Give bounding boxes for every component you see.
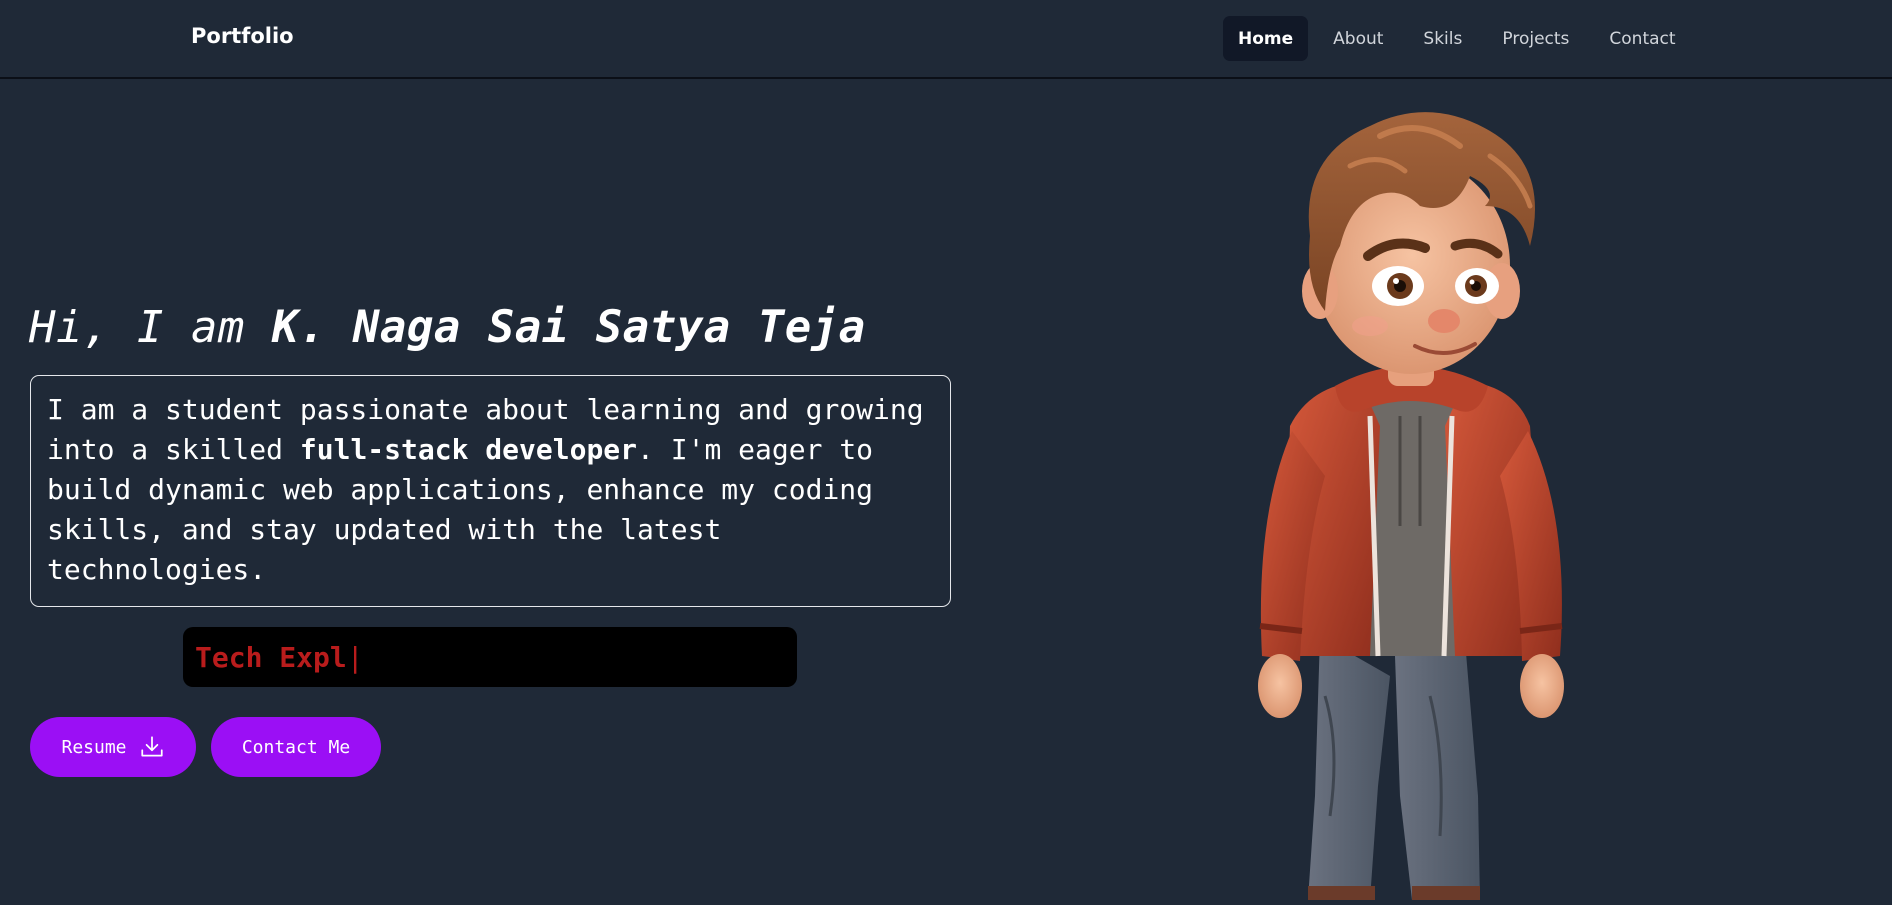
download-icon [139,734,165,760]
typing-cursor: | [346,640,364,674]
navbar: Portfolio Home About Skils Projects Cont… [0,0,1892,79]
nav-links: Home About Skils Projects Contact [1223,16,1691,61]
resume-button-label: Resume [61,736,127,758]
intro-box: I am a student passionate about learning… [30,375,951,607]
brand-logo[interactable]: Portfolio [191,24,294,48]
intro-text-bold: full-stack developer [299,433,638,466]
contact-me-button[interactable]: Contact Me [211,717,381,777]
hero-title: Hi, I am K. Naga Sai Satya Teja [29,302,866,353]
typing-text: Tech Expl [195,640,347,674]
typing-text-box: Tech Expl | [183,627,797,687]
avatar-character-illustration [1230,96,1600,900]
nav-item-skills[interactable]: Skils [1408,16,1477,61]
hero-name: K. Naga Sai Satya Teja [271,302,866,353]
resume-button[interactable]: Resume [30,717,196,777]
contact-me-button-label: Contact Me [241,736,351,758]
hero-greeting: Hi, I am [29,302,272,353]
nav-item-home[interactable]: Home [1223,16,1309,61]
nav-item-contact[interactable]: Contact [1594,16,1690,61]
nav-item-projects[interactable]: Projects [1487,16,1584,61]
nav-item-about[interactable]: About [1318,16,1398,61]
